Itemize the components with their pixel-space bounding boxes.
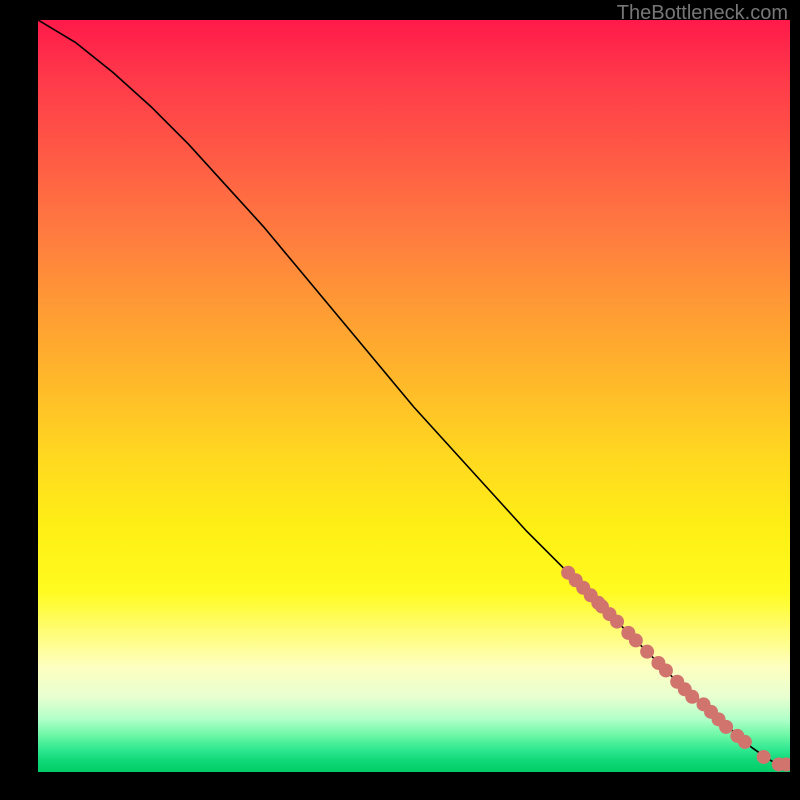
chart-curve [38,20,790,764]
data-marker [738,735,752,749]
data-marker [629,633,643,647]
data-marker [779,757,790,771]
data-marker [719,720,733,734]
data-marker [610,615,624,629]
data-marker [576,581,590,595]
attribution-label: TheBottleneck.com [617,2,788,25]
data-marker [595,600,609,614]
data-marker [730,729,744,743]
data-marker [685,690,699,704]
data-marker [561,566,575,580]
data-marker [659,663,673,677]
data-marker [621,626,635,640]
data-marker [704,705,718,719]
chart-markers [561,566,790,772]
chart-plot-area [38,20,790,772]
data-marker [772,757,786,771]
data-marker [569,573,583,587]
chart-svg [38,20,790,772]
data-marker [603,607,617,621]
data-marker [651,656,665,670]
data-marker [712,712,726,726]
data-marker [757,750,771,764]
data-marker [640,645,654,659]
data-marker [670,675,684,689]
data-marker [678,682,692,696]
data-marker [591,596,605,610]
data-marker [697,697,711,711]
data-marker [584,588,598,602]
